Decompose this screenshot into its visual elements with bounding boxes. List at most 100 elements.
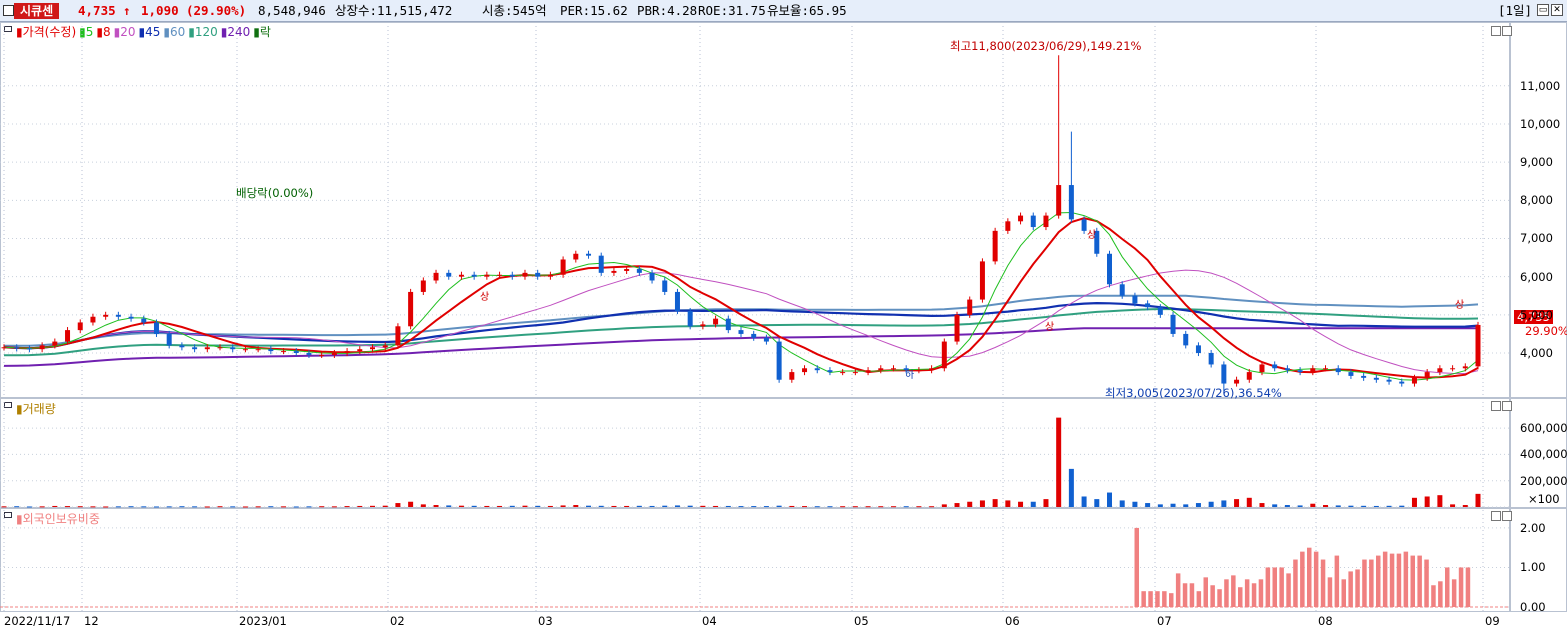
x-tick-label: 12	[84, 614, 99, 628]
foreign-bar	[1258, 579, 1264, 607]
foreign-bar	[1451, 579, 1457, 607]
volume-bar	[979, 500, 985, 507]
candle-body	[357, 349, 363, 352]
candle-body	[611, 270, 617, 273]
ma-line-8	[3, 217, 1479, 379]
volume-bar	[344, 506, 350, 508]
axis-tick-label: 10,000	[1520, 116, 1561, 131]
candle-body	[141, 318, 147, 323]
volume-bar	[941, 504, 947, 507]
volume-bar	[1310, 503, 1316, 507]
axis-tick-label: 200,000	[1520, 473, 1567, 488]
volume-bar	[1107, 492, 1112, 507]
foreign-bar	[1210, 585, 1215, 607]
foreign-bar	[1320, 559, 1326, 607]
axis-tick-label: 1.00	[1520, 560, 1546, 575]
volume-bar	[852, 506, 858, 508]
candle-body	[1246, 372, 1252, 380]
foreign-bar	[1465, 567, 1471, 607]
foreign-bar	[1362, 559, 1367, 607]
foreign-bar	[1348, 571, 1353, 607]
volume-bar	[331, 506, 337, 508]
candle-body	[293, 351, 299, 354]
candle-body	[77, 322, 83, 331]
candle-body	[344, 351, 350, 354]
volume-bar	[26, 506, 32, 508]
candle-body	[713, 318, 719, 325]
high-annotation: 최고11,800(2023/06/29),149.21%	[950, 39, 1142, 53]
foreign-bar	[1313, 551, 1319, 607]
volume-bar	[1094, 499, 1100, 507]
volume-bar	[1157, 504, 1163, 507]
candle-body	[217, 347, 223, 349]
volume-bar	[1297, 505, 1303, 507]
candle-body	[90, 316, 96, 323]
candle-body	[179, 345, 185, 348]
candle-body	[1310, 368, 1316, 373]
candle-body	[103, 314, 109, 317]
candle-body	[1259, 364, 1265, 373]
volume-bar	[1208, 501, 1214, 507]
x-tick-label: 03	[538, 614, 553, 628]
volume-bar	[789, 505, 795, 507]
candle-body	[1068, 185, 1074, 220]
foreign-bar	[1279, 567, 1284, 607]
limit-up-mark: 상	[480, 292, 490, 303]
candle-body	[1373, 377, 1379, 380]
candle-body	[827, 370, 833, 373]
volume-bar	[1005, 500, 1011, 507]
volume-bar	[1361, 505, 1367, 507]
foreign-bar	[1286, 573, 1291, 607]
candle-body	[1335, 368, 1341, 373]
candle-body	[598, 255, 604, 273]
volume-bar	[929, 506, 935, 508]
volume-bar	[103, 506, 109, 508]
candle-body	[166, 333, 172, 346]
volume-bar	[370, 505, 375, 507]
axis-tick-label: 2.00	[1520, 520, 1546, 535]
volume-bar	[1272, 504, 1278, 507]
candle-body	[1107, 253, 1112, 285]
volume-bar	[204, 506, 210, 508]
limit-up-mark: 상	[1455, 300, 1465, 311]
candle-body	[1475, 324, 1481, 367]
stock-chart[interactable]	[0, 0, 1567, 630]
candle-body	[535, 272, 541, 277]
candle-body	[1323, 368, 1329, 370]
volume-bar	[636, 505, 642, 507]
volume-bar	[725, 505, 731, 507]
limit-down-mark: 하	[905, 370, 915, 381]
volume-bar	[1081, 496, 1087, 507]
candle-body	[852, 372, 858, 374]
foreign-bar	[1272, 567, 1277, 607]
volume-bar	[395, 503, 401, 507]
volume-bar	[776, 505, 782, 507]
candle-body	[230, 347, 236, 350]
volume-bar	[446, 505, 452, 507]
foreign-bar	[1355, 569, 1360, 607]
volume-bar	[1437, 495, 1443, 507]
volume-bar	[471, 505, 477, 507]
candle-body	[522, 272, 528, 277]
volume-bar	[1323, 505, 1329, 507]
candle-body	[929, 368, 935, 371]
candle-body	[1399, 381, 1405, 384]
volume-bar	[1018, 501, 1024, 507]
volume-bar	[14, 506, 20, 508]
candle-body	[916, 370, 922, 372]
volume-bar	[827, 506, 833, 508]
candle-body	[204, 347, 210, 350]
candle-body	[382, 345, 388, 348]
volume-bar	[77, 506, 83, 508]
volume-bar	[65, 506, 71, 508]
volume-bar	[738, 506, 744, 508]
candle-body	[471, 274, 477, 277]
volume-bar	[1475, 493, 1481, 507]
volume-bar	[1, 506, 7, 508]
candle-body	[26, 348, 32, 350]
candle-body	[1221, 364, 1227, 384]
foreign-bar	[1445, 567, 1450, 607]
foreign-bar	[1203, 577, 1208, 607]
foreign-bar	[1327, 577, 1333, 607]
candle-body	[39, 345, 45, 350]
